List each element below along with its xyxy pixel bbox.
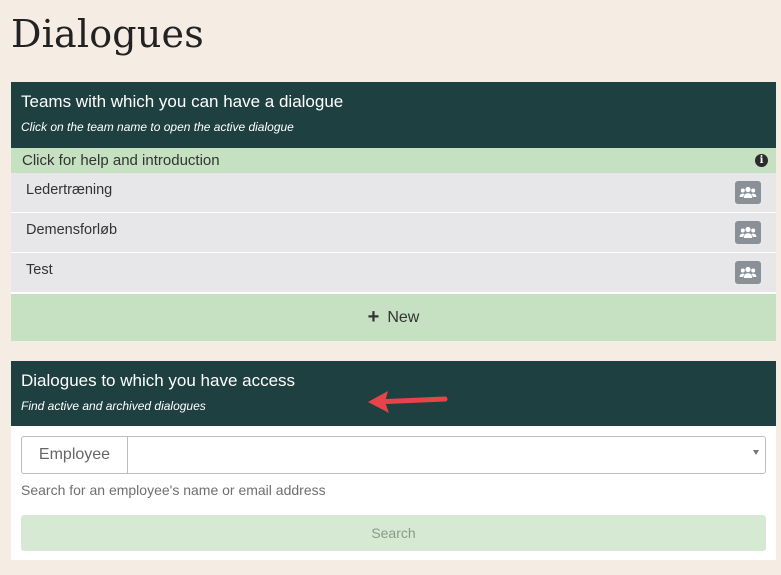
team-name: Test: [26, 261, 53, 278]
teams-panel: Teams with which you can have a dialogue…: [11, 82, 776, 341]
team-name: Demensforløb: [26, 221, 118, 238]
teams-panel-header: Teams with which you can have a dialogue…: [11, 82, 776, 148]
page-title: Dialogues: [11, 12, 204, 56]
new-team-button[interactable]: + New: [11, 293, 776, 341]
new-team-label: New: [387, 308, 420, 326]
employee-input[interactable]: [128, 437, 765, 473]
teams-panel-title: Teams with which you can have a dialogue: [21, 92, 344, 111]
team-row[interactable]: Test: [11, 253, 776, 293]
chevron-down-icon[interactable]: [753, 450, 759, 455]
employee-select[interactable]: Employee: [21, 436, 766, 474]
team-row[interactable]: Demensforløb: [11, 213, 776, 253]
teams-panel-subtitle: Click on the team name to open the activ…: [21, 120, 294, 134]
employee-label: Employee: [22, 437, 128, 473]
annotation-arrow-icon: [368, 391, 448, 413]
employee-help-text: Search for an employee's name or email a…: [21, 482, 326, 498]
team-icon[interactable]: [735, 261, 761, 284]
team-name: Ledertræning: [26, 181, 113, 198]
search-button[interactable]: Search: [21, 515, 766, 551]
team-icon[interactable]: [735, 221, 761, 244]
help-introduction-link[interactable]: Click for help and introduction i: [11, 148, 776, 173]
info-icon: i: [755, 154, 768, 167]
team-row[interactable]: Ledertræning: [11, 173, 776, 213]
team-icon[interactable]: [735, 181, 761, 204]
plus-icon: +: [367, 305, 380, 328]
help-introduction-label: Click for help and introduction: [22, 152, 220, 169]
